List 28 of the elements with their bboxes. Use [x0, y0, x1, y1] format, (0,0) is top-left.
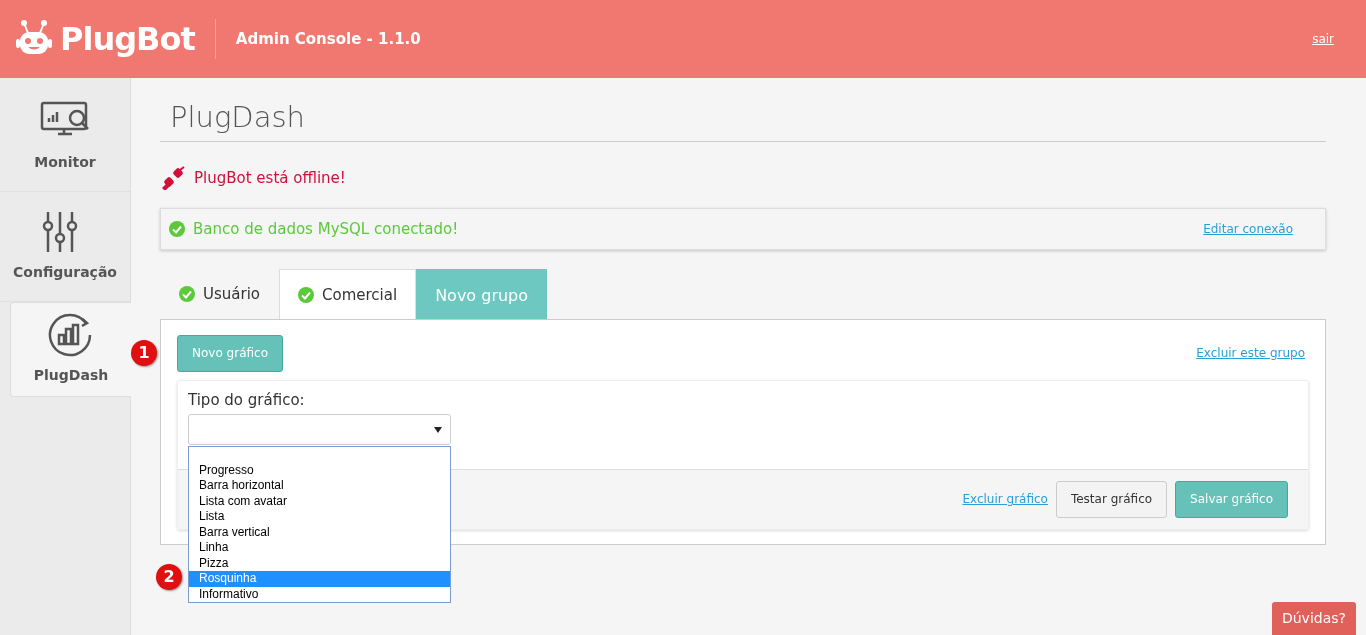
group-tab[interactable]: Usuário: [160, 268, 279, 319]
check-icon: [298, 286, 314, 303]
caret-icon: [434, 426, 442, 433]
dropdown-option[interactable]: Progresso: [189, 462, 450, 479]
group-tab[interactable]: Comercial: [279, 268, 417, 320]
chart-type-label: Tipo do gráfico:: [188, 389, 306, 411]
check-icon: [169, 220, 185, 237]
chart-type-select[interactable]: [188, 414, 451, 446]
unplugged-icon: [160, 165, 186, 190]
brand-name: PlugBot: [60, 19, 195, 60]
dropdown-option[interactable]: Barra vertical: [189, 524, 450, 541]
callout-marker: 2: [156, 564, 182, 591]
dropdown-option[interactable]: Lista com avatar: [189, 493, 450, 510]
sidebar-item[interactable]: PlugDash: [10, 302, 131, 397]
sidebar-item[interactable]: Monitor: [0, 82, 130, 192]
dropdown-option[interactable]: Informativo: [189, 586, 450, 603]
dropdown-option[interactable]: Pizza: [189, 555, 450, 572]
check-icon: [179, 286, 195, 303]
test-chart-button[interactable]: Testar gráfico: [1055, 480, 1168, 518]
dropdown-option[interactable]: Linha: [189, 540, 450, 556]
help-button[interactable]: Dúvidas?: [1271, 602, 1356, 635]
dropdown-option[interactable]: Barra horizontal: [189, 478, 450, 494]
dropdown-option[interactable]: Lista: [189, 509, 450, 525]
offline-message: PlugBot está offline!: [194, 167, 346, 189]
db-status-text: Banco de dados MySQL conectado!: [193, 218, 459, 240]
page-title: PlugDash: [160, 88, 1326, 142]
app-subtitle: Admin Console - 1.1.0: [235, 28, 421, 50]
callout-marker: 1: [131, 339, 157, 366]
